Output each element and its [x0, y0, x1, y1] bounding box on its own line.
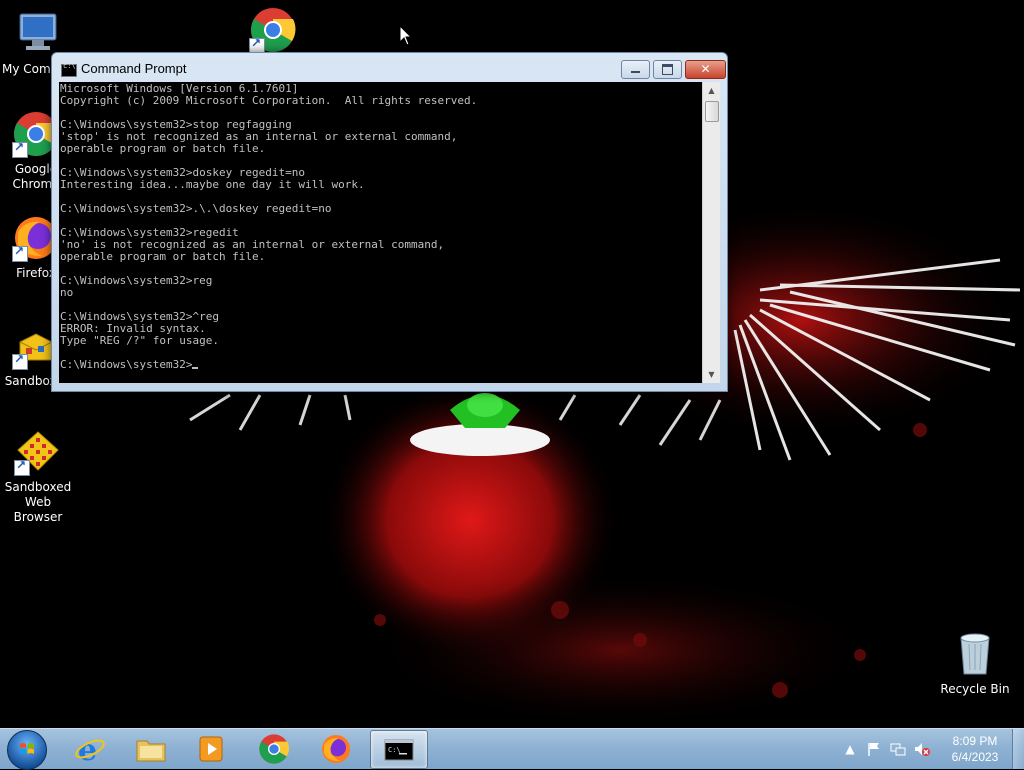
computer-icon	[14, 10, 62, 58]
clock-date: 6/4/2023	[951, 750, 999, 764]
folder-icon	[136, 740, 166, 762]
console-line: no	[60, 286, 74, 299]
ie-icon: e	[75, 733, 105, 765]
chrome-icon	[249, 6, 297, 54]
svg-text:e: e	[78, 733, 97, 765]
taskbar-clock[interactable]: 8:09 PM 6/4/2023	[940, 733, 1010, 765]
console-line: C:\Windows\system32>reg	[60, 274, 213, 287]
media-player-icon	[199, 736, 223, 762]
taskbar-internet-explorer[interactable]: e	[62, 730, 118, 767]
clock-time: 8:09 PM	[952, 734, 998, 748]
shortcut-arrow-icon	[12, 352, 28, 370]
console-line: C:\Windows\system32>	[60, 359, 702, 371]
volume-muted-icon[interactable]	[914, 741, 930, 757]
recycle-bin-icon	[951, 630, 999, 678]
console-text: Microsoft Windows [Version 6.1.7601] Copy…	[59, 82, 702, 371]
taskbar: e C:\ ▲ 8:09 PM 6/4/2023	[0, 728, 1024, 770]
chrome-icon	[259, 734, 289, 764]
show-hidden-icons-icon[interactable]: ▲	[842, 741, 858, 757]
mouse-cursor-icon	[399, 25, 413, 46]
taskbar-media-player[interactable]	[183, 730, 239, 767]
window-titlebar[interactable]: Command Prompt ✕	[52, 53, 727, 83]
console-line: operable program or batch file.	[60, 250, 266, 263]
taskbar-command-prompt[interactable]: C:\	[370, 730, 428, 769]
svg-text:C:\: C:\	[388, 746, 401, 754]
console-line: operable program or batch file.	[60, 142, 266, 155]
firefox-icon	[322, 735, 350, 763]
cmd-icon	[61, 62, 77, 77]
console-line: C:\Windows\system32>.\.\doskey regedit=n…	[60, 202, 332, 215]
window-title: Command Prompt	[81, 61, 187, 76]
sandboxed-browser-icon	[14, 428, 62, 476]
start-button[interactable]	[7, 730, 47, 770]
network-icon[interactable]	[890, 741, 906, 757]
desktop-icon-label: Recycle Bin	[940, 682, 1010, 696]
console-output[interactable]: Microsoft Windows [Version 6.1.7601] Copy…	[59, 82, 702, 383]
scroll-down-icon[interactable]: ▼	[703, 366, 720, 383]
scroll-up-icon[interactable]: ▲	[703, 82, 720, 99]
shortcut-arrow-icon	[12, 244, 28, 262]
taskbar-firefox[interactable]	[308, 730, 364, 767]
cmd-icon: C:\	[384, 739, 414, 761]
windows-logo-icon	[20, 743, 34, 754]
desktop-icon-label: Sandboxed Web Browser	[4, 480, 72, 524]
close-icon: ✕	[700, 62, 711, 76]
maximize-button[interactable]	[653, 60, 682, 79]
action-center-flag-icon[interactable]	[866, 741, 882, 757]
console-line: Copyright (c) 2009 Microsoft Corporation…	[60, 94, 478, 107]
text-cursor	[192, 367, 199, 369]
show-desktop-button[interactable]	[1012, 729, 1024, 769]
minimize-button[interactable]	[621, 60, 650, 79]
close-button[interactable]: ✕	[685, 60, 726, 79]
scrollbar-thumb[interactable]	[705, 101, 719, 122]
desktop-icon-recycle-bin[interactable]: Recycle Bin	[937, 630, 1013, 697]
console-line: Type "REG /?" for usage.	[60, 334, 219, 347]
desktop-icon-chrome-2[interactable]	[235, 6, 311, 58]
shortcut-arrow-icon	[12, 140, 28, 158]
shortcut-arrow-icon	[14, 458, 30, 476]
command-prompt-window[interactable]: Command Prompt ✕ Microsoft Windows [Vers…	[51, 52, 728, 392]
console-line: Interesting idea...maybe one day it will…	[60, 178, 365, 191]
taskbar-windows-explorer[interactable]	[123, 730, 179, 767]
taskbar-chrome[interactable]	[246, 730, 302, 767]
desktop-icon-sandboxed-web-browser[interactable]: Sandboxed Web Browser	[0, 428, 76, 525]
vertical-scrollbar[interactable]: ▲ ▼	[702, 82, 720, 383]
